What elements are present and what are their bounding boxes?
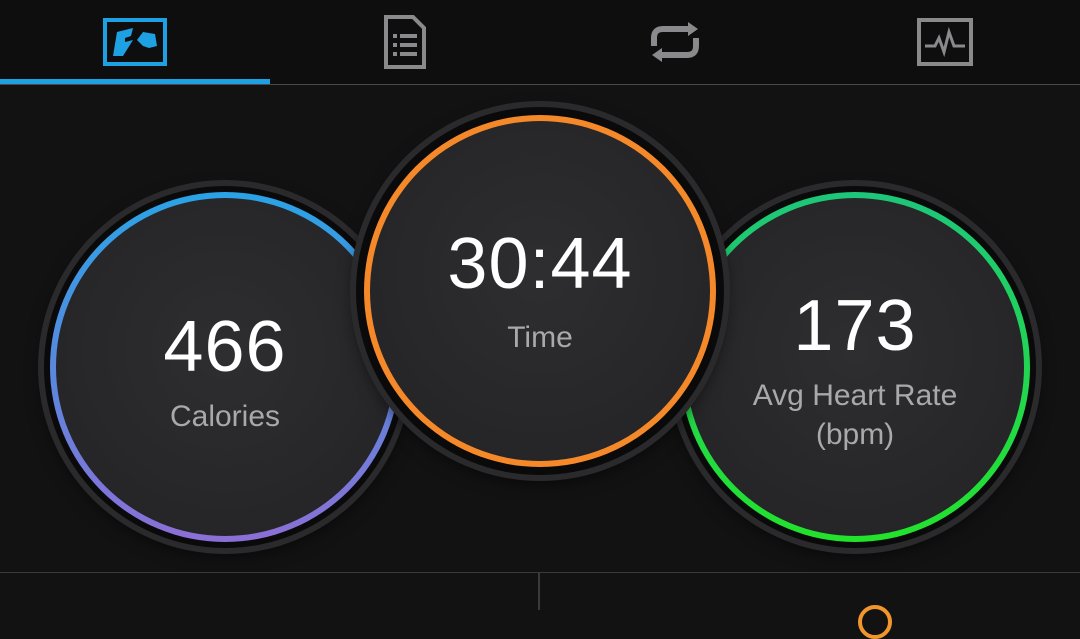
time-stat[interactable]: 30:44 Time xyxy=(370,121,710,461)
document-list-icon xyxy=(384,15,426,69)
bottom-panels xyxy=(0,572,1080,639)
heart-graph-icon xyxy=(917,18,973,66)
tab-bar xyxy=(0,0,1080,85)
calories-value: 466 xyxy=(163,306,287,387)
tab-details[interactable] xyxy=(270,0,540,84)
bottom-divider xyxy=(538,573,540,610)
tab-charts[interactable] xyxy=(810,0,1080,84)
avg-heart-rate-label-line2: (bpm) xyxy=(815,418,895,451)
tab-laps[interactable] xyxy=(540,0,810,84)
time-label: Time xyxy=(507,320,573,354)
avg-heart-rate-label: Avg Heart Rate (bpm) xyxy=(753,376,958,454)
stats-map-icon xyxy=(103,18,167,66)
repeat-arrows-icon xyxy=(651,22,699,62)
tab-stats[interactable] xyxy=(0,0,270,84)
selected-tab-indicator xyxy=(0,79,270,84)
avg-heart-rate-value: 173 xyxy=(793,286,917,366)
avg-heart-rate-stat[interactable]: 173 Avg Heart Rate (bpm) xyxy=(686,198,1024,536)
calories-label: Calories xyxy=(169,399,281,433)
bottom-ring-icon xyxy=(858,605,892,639)
time-value: 30:44 xyxy=(447,223,633,304)
avg-heart-rate-label-line1: Avg Heart Rate xyxy=(752,379,958,412)
calories-stat[interactable]: 466 Calories xyxy=(56,198,394,536)
